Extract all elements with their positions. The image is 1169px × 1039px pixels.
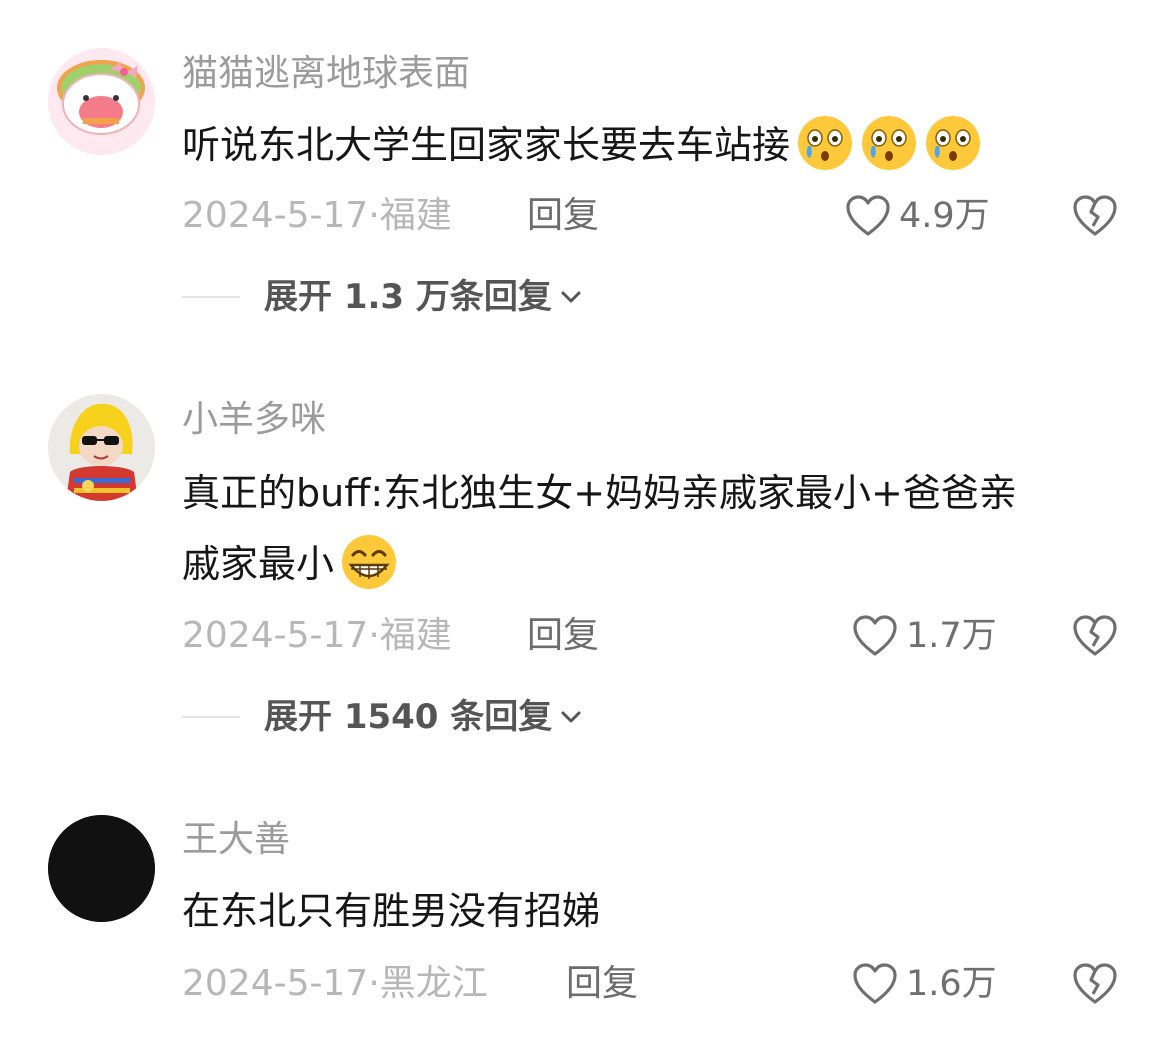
dislike-button[interactable] [1072, 962, 1118, 1010]
comment-meta: 2024-5-17·黑龙江 [182, 964, 488, 1004]
like-count: 1.6万 [906, 964, 997, 1004]
avatar[interactable] [48, 815, 155, 922]
meta-separator: · [368, 963, 380, 1004]
comment-text-line-1: 在东北只有胜男没有招娣 [182, 889, 601, 933]
reply-button[interactable]: 回复 [566, 964, 638, 1004]
username[interactable]: 王大善 [182, 820, 290, 860]
black-avatar-icon [48, 815, 155, 922]
like-button[interactable]: 1.6万 [852, 962, 997, 1006]
comment-text: 在东北只有胜男没有招娣 [182, 876, 1142, 947]
heart-outline-icon [853, 963, 897, 1004]
broken-heart-icon [1073, 963, 1117, 1004]
comment-date: 2024-5-17 [182, 963, 369, 1004]
comment-item: 王大善 在东北只有胜男没有招娣 2024-5-17·黑龙江 回复 1.6万 [0, 0, 1169, 1039]
comment-location: 黑龙江 [379, 963, 488, 1004]
